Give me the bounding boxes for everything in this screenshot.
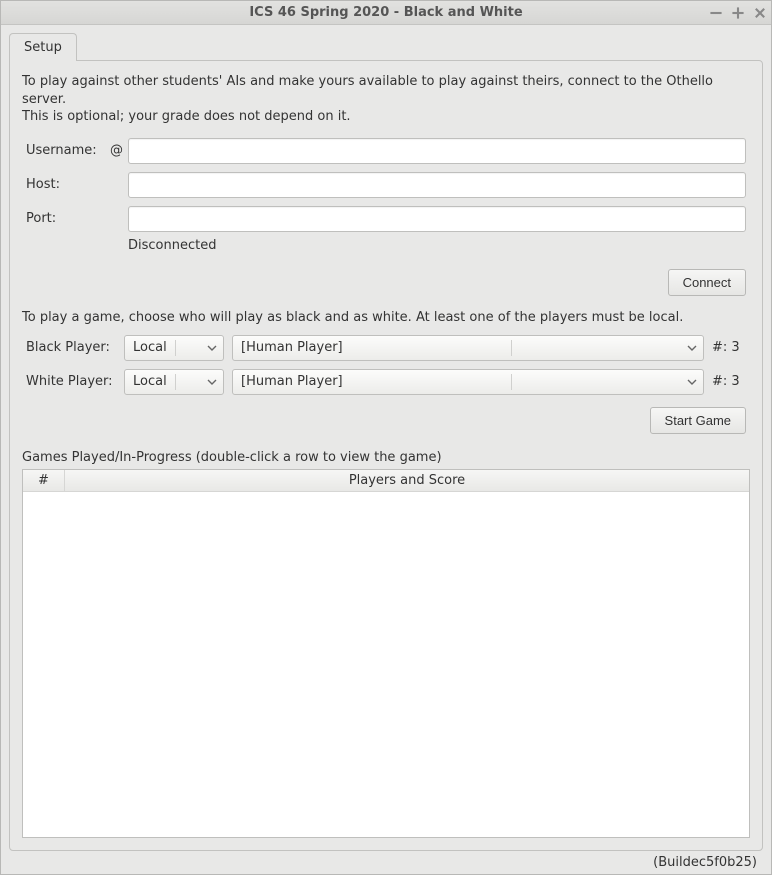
white-hash-value: 3 — [731, 374, 739, 389]
intro-line2: This is optional; your grade does not de… — [22, 109, 351, 124]
black-player-label: Black Player: — [26, 340, 116, 355]
maximize-icon[interactable] — [731, 6, 745, 20]
games-label: Games Played/In-Progress (double-click a… — [22, 450, 750, 465]
play-instructions: To play a game, choose who will play as … — [22, 310, 750, 325]
black-player-value: [Human Player] — [241, 340, 343, 355]
white-player-select[interactable]: [Human Player] — [232, 369, 704, 395]
port-input[interactable] — [128, 206, 746, 232]
intro-line1: To play against other students' AIs and … — [22, 74, 713, 107]
white-scope-value: Local — [133, 374, 167, 389]
white-hash-label: #: — [712, 374, 727, 389]
client-area: Setup To play against other students' AI… — [1, 25, 771, 874]
black-player-select[interactable]: [Human Player] — [232, 335, 704, 361]
black-hash-value: 3 — [731, 340, 739, 355]
username-input[interactable] — [128, 138, 746, 164]
connection-status: Disconnected — [128, 238, 746, 253]
build-prefix: (Build — [653, 855, 691, 870]
build-id: ec5f0b25 — [691, 855, 752, 870]
build-bar: (Build ec5f0b25) — [9, 851, 763, 870]
white-player-label: White Player: — [26, 374, 116, 389]
window-title: ICS 46 Spring 2020 - Black and White — [7, 5, 765, 20]
connection-form: Username: @ Host: Port: Disconnected — [26, 138, 746, 253]
window-controls — [709, 1, 767, 25]
black-hash-label: #: — [712, 340, 727, 355]
intro-text: To play against other students' AIs and … — [22, 73, 750, 126]
black-scope-value: Local — [133, 340, 167, 355]
players-grid: Black Player: Local [Human Player] #: 3 … — [26, 335, 746, 395]
host-input[interactable] — [128, 172, 746, 198]
tab-bar: Setup — [9, 33, 763, 60]
titlebar: ICS 46 Spring 2020 - Black and White — [1, 1, 771, 25]
tab-setup[interactable]: Setup — [9, 33, 77, 61]
col-players-score[interactable]: Players and Score — [65, 470, 749, 491]
start-game-button[interactable]: Start Game — [650, 407, 746, 434]
start-row: Start Game — [26, 407, 746, 434]
tab-panel-setup: To play against other students' AIs and … — [9, 60, 763, 851]
black-scope-select[interactable]: Local — [124, 335, 224, 361]
app-window: ICS 46 Spring 2020 - Black and White Set… — [0, 0, 772, 875]
username-at-prefix: @ — [110, 143, 124, 158]
games-header: # Players and Score — [23, 470, 749, 492]
minimize-icon[interactable] — [709, 6, 723, 20]
connect-row: Connect — [26, 269, 746, 296]
black-hash: #: 3 — [712, 340, 746, 355]
chevron-down-icon — [687, 345, 697, 351]
white-hash: #: 3 — [712, 374, 746, 389]
port-label: Port: — [26, 211, 106, 226]
chevron-down-icon — [207, 345, 217, 351]
username-label: Username: — [26, 143, 106, 158]
col-number[interactable]: # — [23, 470, 65, 491]
games-table[interactable]: # Players and Score — [22, 469, 750, 838]
white-player-value: [Human Player] — [241, 374, 343, 389]
host-label: Host: — [26, 177, 106, 192]
white-scope-select[interactable]: Local — [124, 369, 224, 395]
build-suffix: ) — [752, 855, 757, 870]
connect-button[interactable]: Connect — [668, 269, 746, 296]
close-icon[interactable] — [753, 6, 767, 20]
chevron-down-icon — [687, 379, 697, 385]
chevron-down-icon — [207, 379, 217, 385]
games-body[interactable] — [23, 492, 749, 837]
